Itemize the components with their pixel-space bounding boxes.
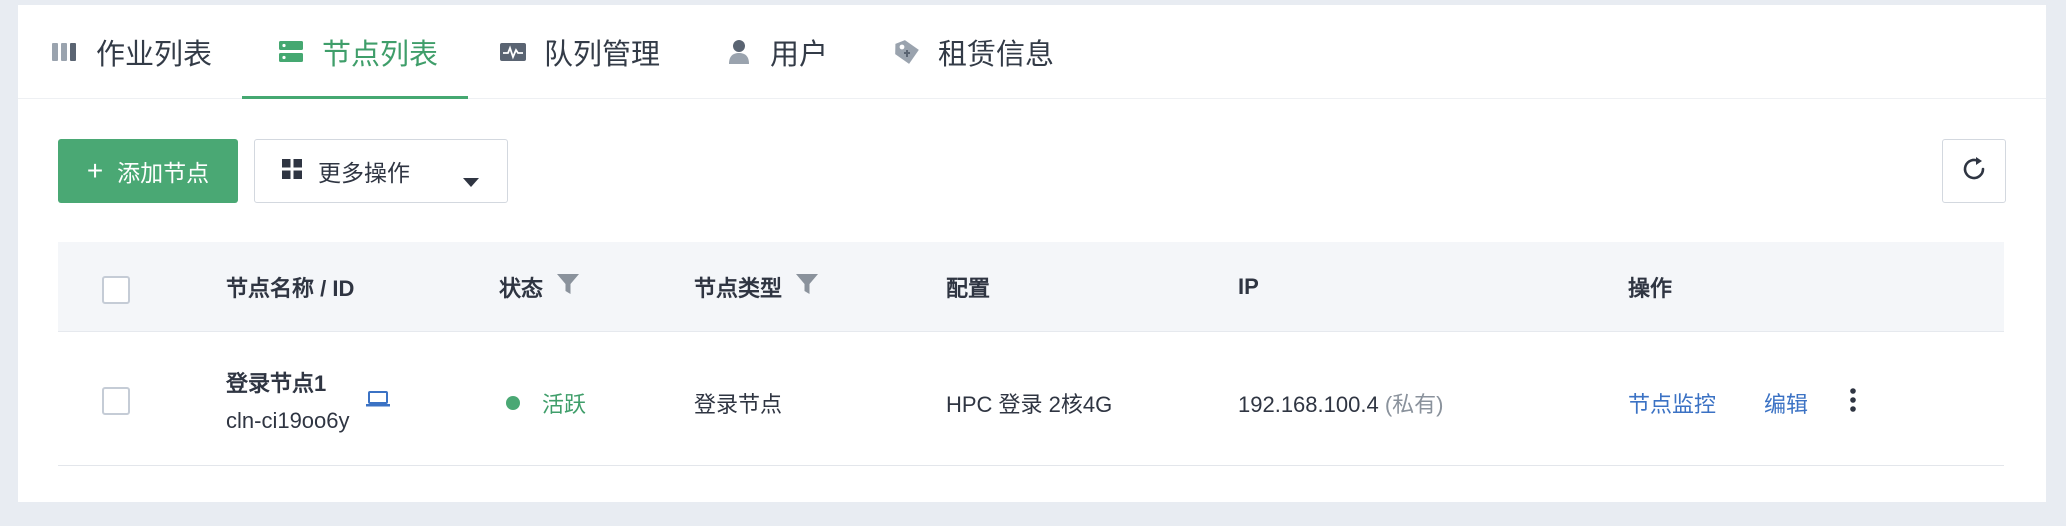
tab-job-list[interactable]: 作业列表 [50, 5, 212, 98]
status-label: 活跃 [542, 392, 587, 417]
tab-node-list-label: 节点列表 [322, 38, 439, 71]
table-row: 登录节点1 cln-ci19oo6y 活跃 登录节点 HPC 登录 2核4G 1… [58, 332, 2004, 466]
tab-queue-label: 队列管理 [544, 38, 661, 71]
grid-icon [282, 158, 302, 185]
tab-queue-management[interactable]: 队列管理 [498, 5, 660, 98]
user-icon [724, 37, 754, 67]
tab-users[interactable]: 用户 [724, 5, 828, 98]
node-id: cln-ci19oo6y [226, 408, 350, 433]
column-header-actions-label: 操作 [1628, 275, 1673, 301]
status-filter-icon[interactable] [557, 273, 580, 301]
ip-cell: 192.168.100.4 (私有) [1238, 387, 1443, 419]
column-header-type: 节点类型 [694, 242, 819, 331]
tab-job-list-label: 作业列表 [96, 38, 213, 71]
column-header-ip-label: IP [1238, 273, 1259, 299]
caret-down-icon [463, 167, 479, 194]
status-cell: 活跃 [506, 387, 586, 419]
node-name[interactable]: 登录节点1 [226, 366, 326, 398]
terminal-icon[interactable] [366, 388, 390, 414]
status-dot-icon [506, 396, 520, 410]
column-header-actions: 操作 [1628, 242, 1672, 331]
node-type: 登录节点 [694, 392, 783, 417]
refresh-button[interactable] [1942, 139, 2006, 203]
column-header-config-label: 配置 [946, 275, 991, 301]
more-actions-dropdown[interactable]: 更多操作 [254, 139, 508, 203]
ip-address: 192.168.100.4 [1238, 392, 1379, 417]
more-vertical-icon[interactable] [1848, 387, 1858, 419]
table-header: 节点名称 / ID 状态 节点类型 配置 IP 操作 [58, 242, 2004, 332]
tab-lease-info[interactable]: 租赁信息 [892, 5, 1054, 98]
more-actions-label: 更多操作 [318, 160, 410, 186]
add-node-button[interactable]: + 添加节点 [58, 139, 238, 203]
column-header-name-label: 节点名称 / ID [226, 275, 355, 301]
refresh-icon [1959, 154, 1989, 189]
tab-lease-label: 租赁信息 [938, 38, 1055, 71]
queue-icon [498, 37, 528, 67]
tab-users-label: 用户 [770, 38, 829, 71]
column-header-config: 配置 [946, 242, 990, 331]
plus-icon: + [86, 155, 104, 186]
tab-bar: 作业列表 节点列表 队列管理 用户 租赁信息 [18, 5, 2046, 99]
job-list-icon [50, 37, 80, 67]
node-monitor-link[interactable]: 节点监控 [1628, 387, 1716, 419]
column-header-ip: IP [1238, 242, 1259, 331]
node-list-icon [276, 37, 306, 67]
column-header-name: 节点名称 / ID [226, 242, 354, 331]
ip-note: (私有) [1384, 392, 1444, 417]
select-all-checkbox[interactable] [102, 276, 130, 304]
main-card: 作业列表 节点列表 队列管理 用户 租赁信息 + 添加节点 更多操作 节点名称 … [18, 5, 2046, 502]
column-header-status: 状态 [499, 242, 580, 331]
edit-link[interactable]: 编辑 [1764, 387, 1808, 419]
column-header-type-label: 节点类型 [694, 275, 783, 301]
column-header-status-label: 状态 [499, 275, 544, 301]
node-config: HPC 登录 2核4G [946, 392, 1113, 417]
type-filter-icon[interactable] [796, 273, 819, 301]
tab-node-list[interactable]: 节点列表 [242, 5, 469, 99]
add-node-label: 添加节点 [117, 160, 210, 186]
lease-tag-icon [892, 37, 922, 67]
row-checkbox[interactable] [102, 387, 130, 415]
